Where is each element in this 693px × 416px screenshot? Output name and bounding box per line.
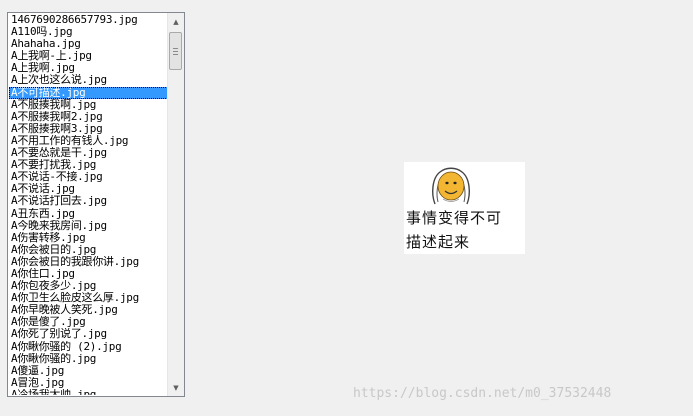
scroll-thumb[interactable] <box>169 32 182 70</box>
list-item[interactable]: A不服揍我啊.jpg <box>9 99 168 111</box>
list-item[interactable]: A你是傻了.jpg <box>9 316 168 328</box>
list-item[interactable]: 1467690286657793.jpg <box>9 14 168 26</box>
list-item[interactable]: A上我啊.jpg <box>9 62 168 74</box>
list-item[interactable]: A你瞅你骚的 (2).jpg <box>9 341 168 353</box>
list-item[interactable]: A上我啊-上.jpg <box>9 50 168 62</box>
list-item[interactable]: A你包夜多少.jpg <box>9 280 168 292</box>
list-item[interactable]: A不说话-不接.jpg <box>9 171 168 183</box>
scroll-up-arrow-icon: ▲ <box>173 17 179 26</box>
list-item[interactable]: A上次也这么说.jpg <box>9 74 168 86</box>
list-item[interactable]: A你早晚被人笑死.jpg <box>9 304 168 316</box>
file-listbox[interactable]: 1467690286657793.jpg A110吗.jpg Ahahaha.jpg… <box>7 12 185 397</box>
thumb-grip-line <box>173 48 178 49</box>
list-item[interactable]: A你卫生么脸皮这么厚.jpg <box>9 292 168 304</box>
list-item[interactable]: A你住口.jpg <box>9 268 168 280</box>
file-list[interactable]: 1467690286657793.jpg A110吗.jpg Ahahaha.jpg… <box>9 14 168 395</box>
list-item[interactable]: A你会被日的.jpg <box>9 244 168 256</box>
list-item[interactable]: A你死了别说了.jpg <box>9 328 168 340</box>
watermark-text: https://blog.csdn.net/m0_37532448 <box>353 386 612 401</box>
thumb-grip-line <box>173 51 178 52</box>
list-item[interactable]: Ahahaha.jpg <box>9 38 168 50</box>
list-item[interactable]: A不服揍我啊3.jpg <box>9 123 168 135</box>
list-item[interactable]: A你会被日的我跟你讲.jpg <box>9 256 168 268</box>
scroll-up-button[interactable]: ▲ <box>168 13 184 30</box>
thumb-grip-line <box>173 54 178 55</box>
list-item[interactable]: A110吗.jpg <box>9 26 168 38</box>
list-item[interactable]: A不说话打回去.jpg <box>9 195 168 207</box>
preview-caption-line-1: 事情变得不可 <box>406 209 503 227</box>
list-item[interactable]: A丑东西.jpg <box>9 208 168 220</box>
list-item[interactable]: A今晚来我房间.jpg <box>9 220 168 232</box>
list-item[interactable]: A不要打扰我.jpg <box>9 159 168 171</box>
meme-face-icon <box>432 167 470 205</box>
scroll-down-button[interactable]: ▼ <box>168 379 184 396</box>
list-item[interactable]: A不要怂就是干.jpg <box>9 147 168 159</box>
list-item[interactable]: A冒泡.jpg <box>9 377 168 389</box>
list-item[interactable]: A不用工作的有钱人.jpg <box>9 135 168 147</box>
list-item[interactable]: A冷场我太帅.jpg <box>9 389 168 395</box>
vertical-scrollbar[interactable]: ▲ ▼ <box>167 13 184 396</box>
list-item[interactable]: A不服揍我啊2.jpg <box>9 111 168 123</box>
preview-caption-line-2: 描述起来 <box>406 233 471 251</box>
list-item[interactable]: A不可描述.jpg <box>9 86 168 99</box>
list-item[interactable]: A傻逼.jpg <box>9 365 168 377</box>
scroll-down-arrow-icon: ▼ <box>173 383 179 392</box>
list-item[interactable]: A不说话.jpg <box>9 183 168 195</box>
list-item[interactable]: A伤害转移.jpg <box>9 232 168 244</box>
main-window: 1467690286657793.jpg A110吗.jpg Ahahaha.jpg… <box>0 0 693 416</box>
list-item[interactable]: A你瞅你骚的.jpg <box>9 353 168 365</box>
image-preview: 事情变得不可 描述起来 <box>404 162 525 254</box>
